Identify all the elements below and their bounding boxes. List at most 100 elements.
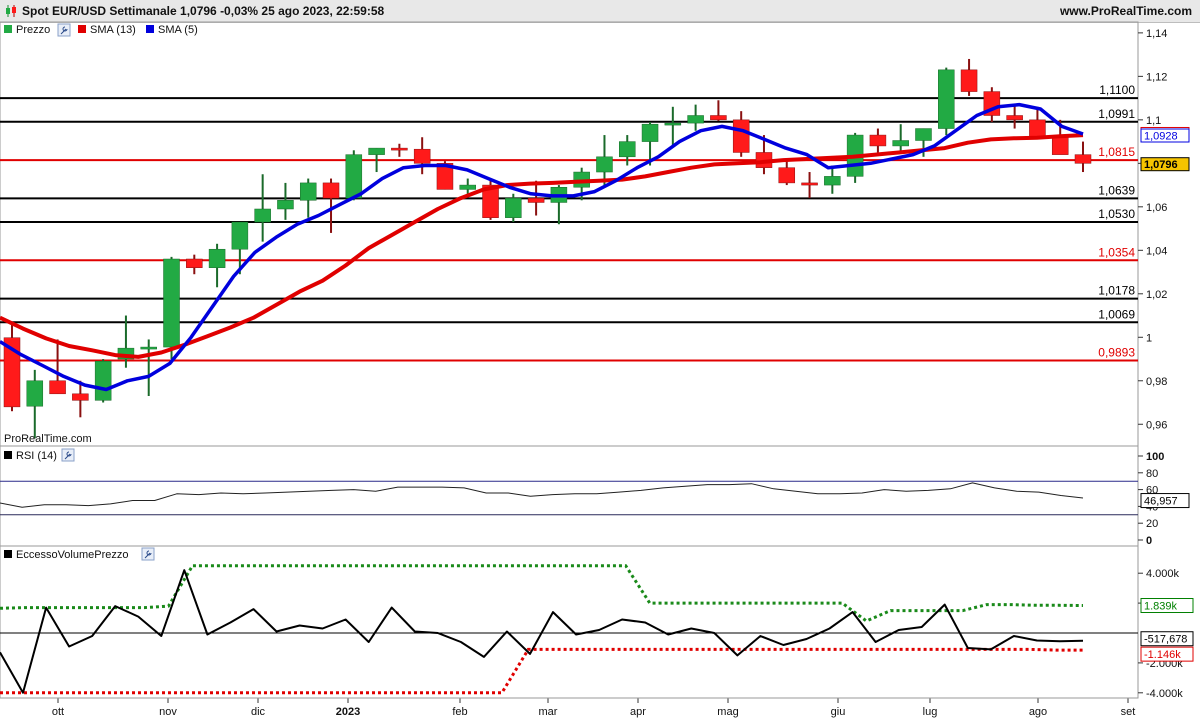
price-tick-label: 1,06: [1146, 202, 1167, 214]
candle-body: [299, 182, 317, 201]
candle-body: [1051, 136, 1069, 155]
excess-upper-band: [0, 564, 1084, 623]
candle-body: [231, 221, 249, 250]
price-badge: 1,0796: [1140, 157, 1190, 172]
x-tick-label: feb: [452, 706, 467, 718]
candle-body: [915, 128, 932, 141]
candle-body: [1029, 119, 1046, 138]
x-tick-label: mar: [539, 706, 558, 718]
wrench-icon[interactable]: [61, 448, 75, 462]
candle-body: [94, 360, 112, 401]
price-level-label: 1,0069: [1098, 307, 1135, 321]
candle-body: [869, 134, 887, 147]
candle-body: [505, 197, 522, 218]
chart-canvas: 1,11001,09911,08151,06391,05301,03541,01…: [0, 21, 1194, 718]
excess-badge-label: -517,678: [1144, 634, 1187, 646]
legend-sma5: SMA (5): [158, 24, 198, 36]
wrench-icon[interactable]: [57, 23, 71, 37]
x-tick-label: set: [1121, 706, 1136, 718]
candle-body: [687, 115, 704, 124]
x-tick-label: apr: [630, 706, 646, 718]
candle-body: [1006, 115, 1023, 121]
rsi-tick-label: 100: [1146, 451, 1164, 463]
legend-swatch-prezzo: [4, 25, 12, 33]
candle-body: [459, 184, 476, 190]
legend-rsi: RSI (14): [16, 450, 57, 462]
candle-body: [801, 182, 818, 186]
excess-legend: EccessoVolumePrezzo: [4, 547, 155, 561]
candle-body: [527, 197, 545, 203]
price-tick-label: 1,04: [1146, 245, 1167, 257]
price-level-label: 1,0815: [1098, 145, 1135, 159]
watermark: ProRealTime.com: [4, 433, 92, 445]
candle-body: [596, 156, 613, 173]
candle-body: [26, 380, 44, 407]
excess-badge: -1.146k: [1140, 646, 1194, 662]
price-level-label: 1,0530: [1098, 207, 1135, 221]
x-tick-label: nov: [159, 706, 177, 718]
candle-body: [186, 258, 203, 268]
excess-badge-label: -1.146k: [1144, 649, 1181, 661]
price-tick-label: 0,98: [1146, 376, 1167, 388]
legend-sma13: SMA (13): [90, 24, 136, 36]
price-tick-label: 1: [1146, 332, 1152, 344]
candle-body: [322, 182, 340, 199]
candle-body: [49, 380, 66, 395]
candle-body: [277, 200, 294, 210]
price-level-label: 1,0639: [1098, 183, 1135, 197]
excess-lower-band: [0, 647, 1083, 695]
candle-body: [345, 154, 363, 199]
x-tick-label: giu: [831, 706, 846, 718]
legend-prezzo: Prezzo: [16, 24, 50, 36]
candle-body: [413, 148, 431, 164]
price-badge-label: 1,0796: [1144, 159, 1178, 171]
candle-body: [938, 69, 955, 129]
legend-swatch-sma5: [146, 25, 154, 33]
rsi-tick-label: 20: [1146, 518, 1158, 530]
excess-tick-label: 4.000k: [1146, 568, 1180, 580]
legend-swatch-excess: [4, 550, 12, 558]
price-badge: 1,0928: [1140, 128, 1190, 143]
excess-line: [0, 569, 1084, 694]
price-tick-label: 1,12: [1146, 71, 1167, 83]
candle-body: [732, 119, 750, 153]
rsi-tick-label: 0: [1146, 535, 1152, 547]
excess-tick-label: -4.000k: [1146, 688, 1183, 700]
price-level-label: 1,0991: [1098, 107, 1135, 121]
candle-body: [208, 248, 226, 268]
wrench-icon[interactable]: [141, 547, 155, 561]
price-legend: Prezzo SMA (13) SMA (5): [4, 23, 198, 37]
x-tick-label: mag: [717, 706, 738, 718]
candle-body: [960, 69, 978, 92]
rsi-tick-label: 80: [1146, 468, 1158, 480]
price-level-label: 1,0354: [1098, 245, 1135, 259]
candle-body: [710, 115, 727, 121]
x-tick-label: 2023: [336, 706, 360, 718]
price-level-label: 1,0178: [1098, 284, 1135, 298]
excess-badge: 1.839k: [1140, 598, 1194, 614]
rsi-badge-label: 46,957: [1144, 496, 1178, 508]
candle-body: [368, 147, 385, 155]
candle-body: [163, 258, 180, 348]
legend-swatch-rsi: [4, 451, 12, 459]
sma13-line: [0, 133, 1084, 359]
candle-body: [619, 141, 636, 158]
candle-body: [140, 346, 157, 350]
price-tick-label: 1,02: [1146, 289, 1167, 301]
legend-excess: EccessoVolumePrezzo: [16, 549, 129, 561]
candle-body: [254, 208, 271, 223]
legend-swatch-sma13: [78, 25, 86, 33]
price-level-label: 0,9893: [1098, 346, 1135, 360]
rsi-value-badge: 46,957: [1140, 493, 1190, 509]
x-tick-label: ott: [52, 706, 64, 718]
x-tick-label: dic: [251, 706, 266, 718]
x-tick-label: lug: [923, 706, 938, 718]
candle-body: [892, 140, 909, 147]
candle-body: [391, 147, 408, 151]
candle-body: [641, 123, 659, 142]
price-badge-label: 1,0928: [1144, 131, 1178, 143]
candle-body: [1074, 154, 1092, 164]
rsi-line: [0, 482, 1084, 508]
sma5-line: [0, 102, 1084, 392]
candle-body: [72, 393, 89, 401]
